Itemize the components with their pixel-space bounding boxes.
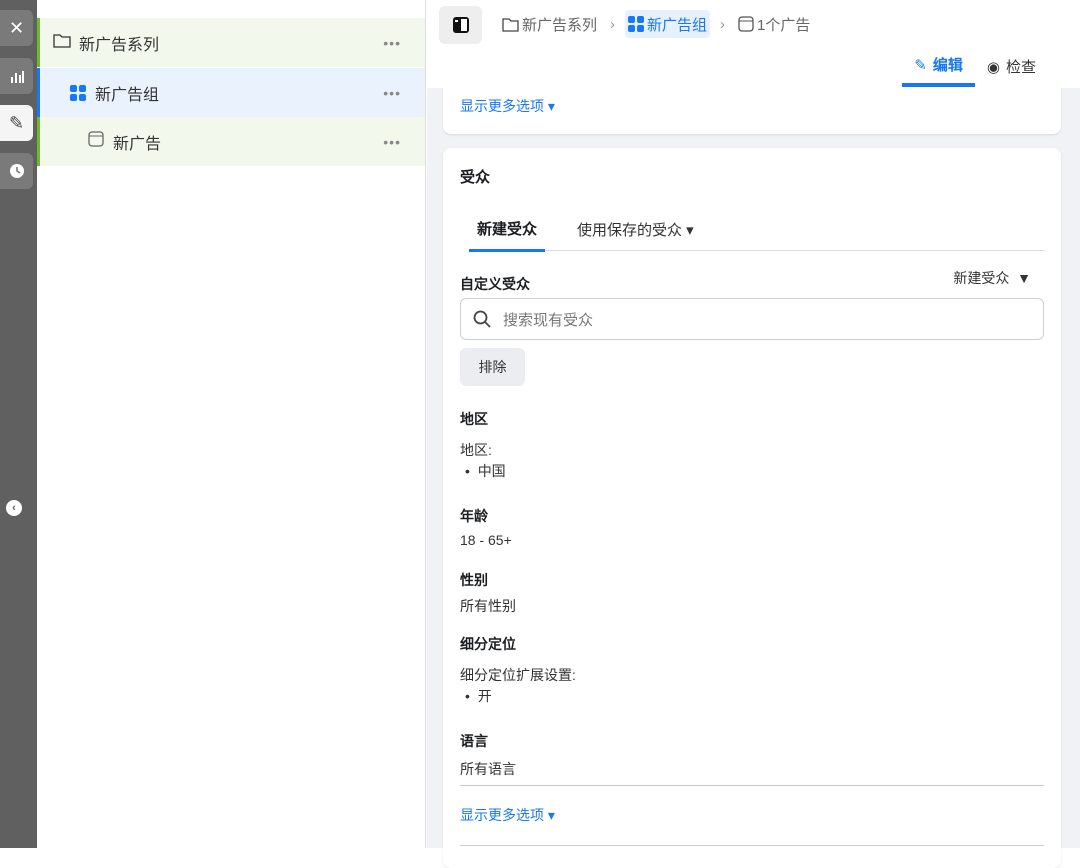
language-value: 所有语言: [460, 759, 516, 779]
gender-title: 性别: [460, 570, 488, 590]
targeting-value: • 开: [465, 686, 492, 706]
mode-tabs: ✎ 编辑 ◉ 检查: [902, 50, 1048, 87]
tree-item-ad[interactable]: 新广告 •••: [37, 117, 425, 166]
editor-panel: 新广告系列 › 新广告组 › 1个广告 ✎编辑 ◉检查 显示更多选项 ▾ 受众 …: [427, 0, 1080, 848]
divider: [460, 785, 1044, 786]
targeting-label: 细分定位扩展设置:: [460, 665, 576, 685]
language-title: 语言: [460, 731, 488, 751]
region-label: 地区:: [460, 440, 492, 460]
region-value: • 中国: [465, 461, 506, 481]
folder-icon: [502, 17, 519, 32]
search-placeholder: 搜索现有受众: [503, 309, 593, 330]
more-icon[interactable]: •••: [383, 85, 401, 101]
left-rail: ✕ ✎ ‹: [0, 0, 37, 848]
clock-icon[interactable]: [0, 153, 33, 189]
gender-value: 所有性别: [460, 596, 516, 616]
editor-header: 新广告系列 › 新广告组 › 1个广告 ✎ 编辑 ◉ 检查: [427, 0, 1080, 88]
tab-review[interactable]: ◉ 检查: [975, 50, 1048, 87]
chart-icon[interactable]: [0, 58, 33, 94]
breadcrumb-label: 新广告组: [647, 14, 707, 35]
section-title: 受众: [460, 166, 490, 187]
region-title: 地区: [460, 409, 488, 429]
search-icon: [473, 310, 491, 328]
targeting-title: 细分定位: [460, 634, 516, 654]
tab-saved-audience[interactable]: 使用保存的受众 ▾: [577, 219, 694, 240]
ad-window-icon: [738, 16, 754, 32]
divider: [460, 845, 1044, 846]
breadcrumb-label: 1个广告: [757, 14, 810, 35]
breadcrumb-ads[interactable]: 1个广告: [735, 10, 813, 38]
age-value: 18 - 65+: [460, 532, 512, 548]
more-icon[interactable]: •••: [383, 35, 401, 51]
breadcrumb: 新广告系列 › 新广告组 › 1个广告: [499, 10, 813, 38]
adset-grid-icon: [70, 85, 86, 101]
more-icon[interactable]: •••: [383, 134, 401, 150]
tree-item-label: 新广告组: [95, 81, 159, 105]
show-more-options-link[interactable]: 显示更多选项 ▾: [460, 96, 555, 116]
audience-search-input[interactable]: 搜索现有受众: [460, 298, 1044, 340]
show-more-options-link[interactable]: 显示更多选项 ▾: [460, 805, 555, 825]
sidebar-icon: [452, 16, 470, 34]
tab-label: 检查: [1006, 56, 1036, 77]
audience-tabs: 新建受众 使用保存的受众 ▾: [469, 208, 1045, 251]
tree-item-adset[interactable]: 新广告组 •••: [37, 68, 425, 117]
breadcrumb-campaign[interactable]: 新广告系列: [499, 10, 600, 38]
campaign-tree: 新广告系列 ••• 新广告组 ••• 新广告 •••: [37, 0, 426, 848]
breadcrumb-adset[interactable]: 新广告组: [625, 10, 710, 38]
folder-icon: [53, 33, 71, 53]
exclude-button[interactable]: 排除: [460, 348, 525, 386]
collapse-chevron-icon[interactable]: ‹: [6, 500, 22, 516]
eye-icon: ◉: [987, 58, 1000, 76]
pencil-icon[interactable]: ✎: [0, 105, 33, 141]
pencil-icon: ✎: [914, 56, 927, 74]
new-audience-dropdown[interactable]: 新建受众 ▼: [953, 268, 1031, 288]
ad-window-icon: [88, 131, 104, 152]
toggle-sidebar-button[interactable]: [439, 6, 482, 44]
tree-item-label: 新广告系列: [79, 31, 159, 55]
audience-card: 受众 新建受众 使用保存的受众 ▾ 自定义受众 新建受众 ▼ 搜索现有受众 排除…: [443, 148, 1061, 868]
breadcrumb-label: 新广告系列: [522, 14, 597, 35]
close-icon[interactable]: ✕: [0, 10, 33, 46]
age-title: 年龄: [460, 506, 488, 526]
chevron-right-icon: ›: [610, 16, 615, 33]
adset-grid-icon: [628, 16, 644, 32]
tree-item-label: 新广告: [113, 130, 161, 154]
tab-label: 编辑: [933, 54, 963, 75]
custom-audience-label: 自定义受众: [460, 274, 530, 294]
chevron-right-icon: ›: [720, 16, 725, 33]
tab-new-audience[interactable]: 新建受众: [469, 218, 545, 252]
tree-item-campaign[interactable]: 新广告系列 •••: [37, 18, 425, 67]
tab-edit[interactable]: ✎ 编辑: [902, 50, 975, 87]
